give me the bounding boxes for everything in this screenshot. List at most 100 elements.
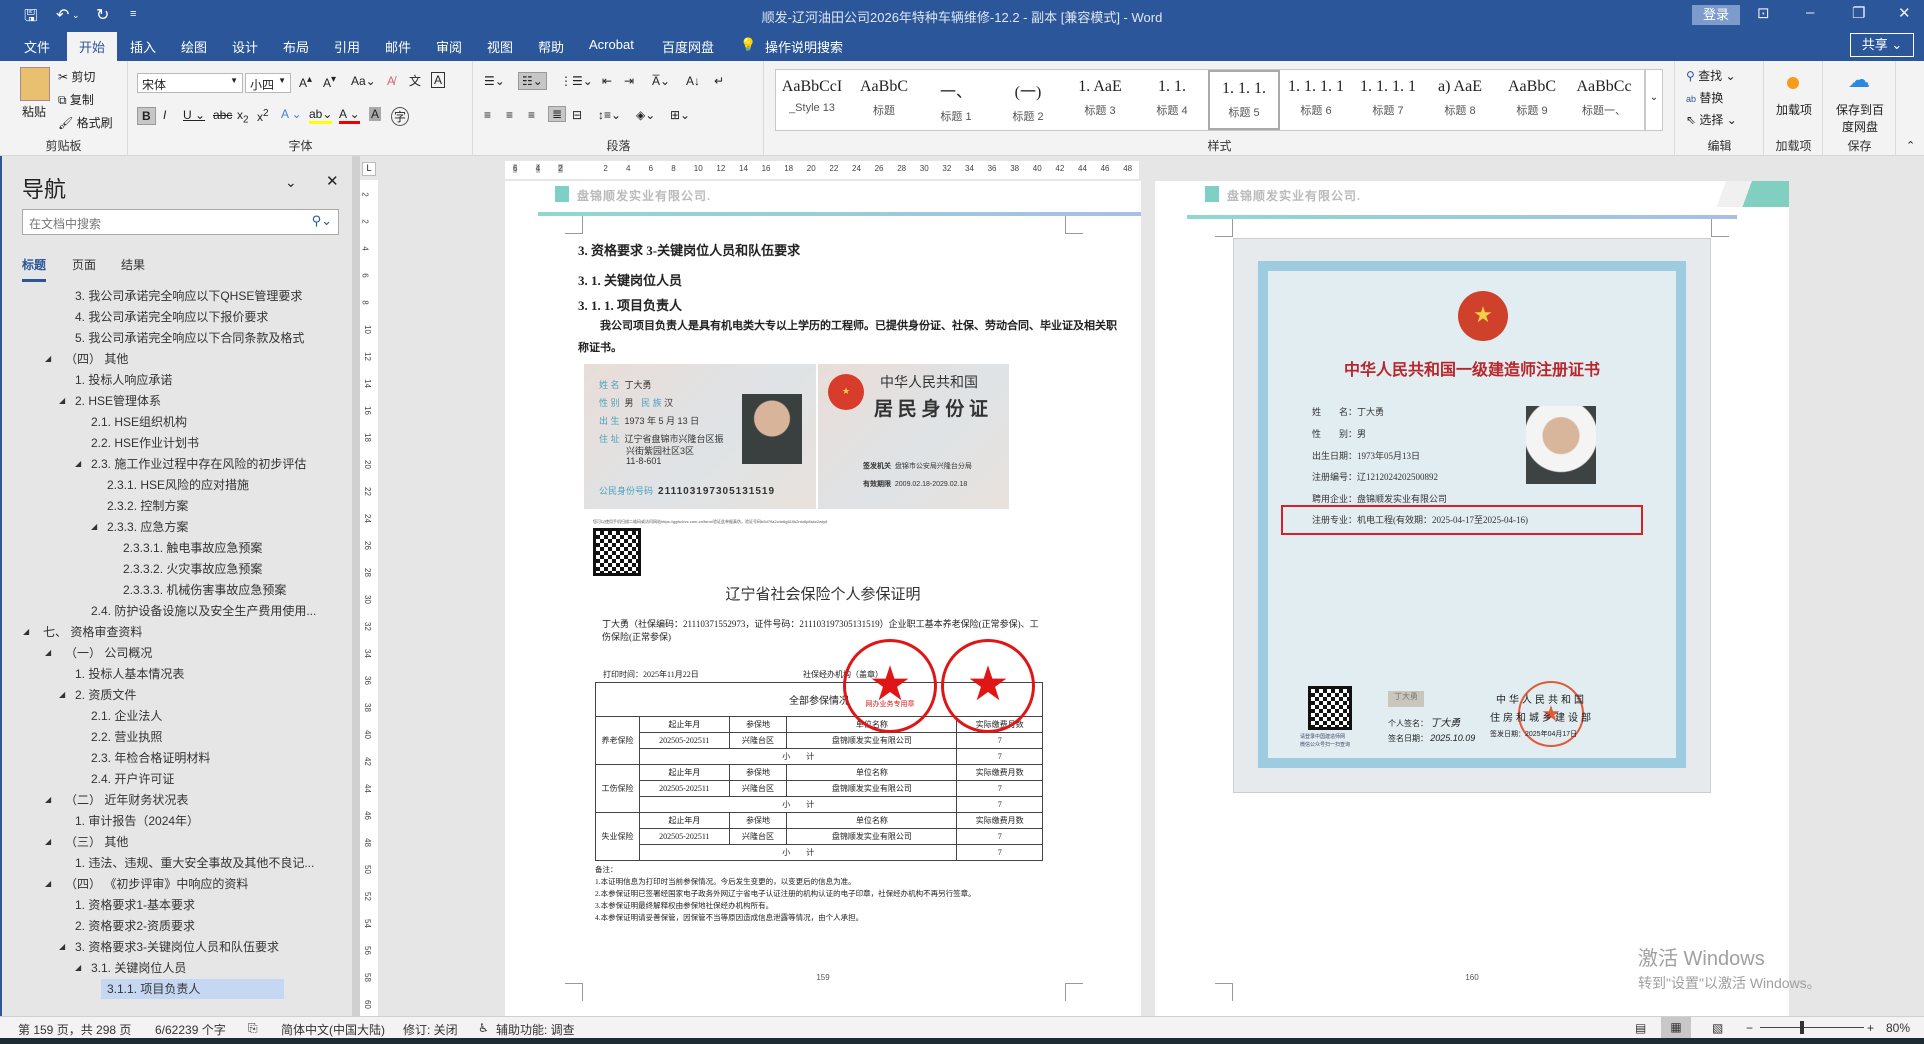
grow-font-icon[interactable]: A▴ <box>299 74 312 90</box>
tell-me-search[interactable]: 操作说明搜索 <box>765 37 843 56</box>
accessibility-status[interactable]: 辅助功能: 调查 <box>496 1021 575 1038</box>
nav-heading-item[interactable]: ◢ 3.1. 关键岗位人员 <box>2 958 332 979</box>
tab-selector[interactable]: L <box>362 162 376 176</box>
tab-mailings[interactable]: 邮件 <box>385 37 411 56</box>
nav-heading-item[interactable]: 5. 我公司承诺完全响应以下合同条款及格式 <box>2 328 332 349</box>
phonetic-guide-icon[interactable]: 文 <box>409 72 421 89</box>
read-mode-icon[interactable]: ▤ <box>1635 1021 1646 1035</box>
share-button[interactable]: 共享 ⌄ <box>1850 33 1914 57</box>
nav-heading-item[interactable]: 2.4. 防护设备设施以及安全生产费用使用... <box>2 601 332 622</box>
nav-heading-item[interactable]: 2.4. 开户许可证 <box>2 769 332 790</box>
zoom-slider[interactable] <box>1760 1027 1864 1028</box>
collapse-triangle-icon[interactable]: ◢ <box>45 832 51 852</box>
collapse-triangle-icon[interactable]: ◢ <box>45 349 51 369</box>
nav-heading-item[interactable]: ◢ 七、 资格审查资料 <box>2 622 332 643</box>
style-item[interactable]: AaBbCcI _Style 13 <box>776 70 848 130</box>
shading-icon[interactable]: ◈⌄ <box>636 108 655 122</box>
nav-heading-item[interactable]: 3. 我公司承诺完全响应以下QHSE管理要求 <box>2 286 332 307</box>
nav-heading-item[interactable]: ◢ 3. 资格要求3-关键岗位人员和队伍要求 <box>2 937 332 958</box>
zoom-out-button[interactable]: − <box>1746 1021 1753 1035</box>
language[interactable]: 简体中文(中国大陆) <box>281 1021 385 1038</box>
print-layout-icon[interactable]: ▦ <box>1661 1017 1691 1038</box>
paste-button[interactable]: 粘贴 <box>22 103 46 120</box>
nav-tab-pages[interactable]: 页面 <box>72 256 96 273</box>
collapse-triangle-icon[interactable]: ◢ <box>59 937 65 957</box>
find-button[interactable]: ⚲ 查找 ⌄ <box>1686 67 1736 84</box>
numbering-icon[interactable]: ☷⌄ <box>518 72 547 90</box>
shrink-font-icon[interactable]: A▾ <box>323 74 336 90</box>
document-page-160[interactable]: 盘锦顺发实业有限公司. ★ 中华人民共和国一级建造师注册证书 姓 名：丁大勇 性… <box>1155 181 1789 1016</box>
nav-heading-item[interactable]: 1. 违法、违规、重大安全事故及其他不良记... <box>2 853 332 874</box>
bold-button[interactable]: B <box>137 107 156 125</box>
character-shading-icon[interactable]: A <box>369 107 382 121</box>
style-item[interactable]: AaBbC 标题 9 <box>1496 70 1568 130</box>
nav-heading-item[interactable]: ◢ （四） 《初步评审》中响应的资料 <box>2 874 332 895</box>
search-icon[interactable]: ⚲⌄ <box>312 213 332 229</box>
style-item[interactable]: 一、 标题 1 <box>920 70 992 130</box>
tab-baidu-netdisk[interactable]: 百度网盘 <box>662 37 714 56</box>
nav-tab-headings[interactable]: 标题 <box>22 256 47 282</box>
collapse-triangle-icon[interactable]: ◢ <box>91 517 97 537</box>
multilevel-list-icon[interactable]: ⋮☰⌄ <box>560 74 593 88</box>
bullets-icon[interactable]: ☰⌄ <box>484 74 505 88</box>
zoom-in-button[interactable]: + <box>1867 1021 1874 1035</box>
tab-review[interactable]: 审阅 <box>436 37 462 56</box>
collapse-triangle-icon[interactable]: ◢ <box>45 643 51 663</box>
show-marks-icon[interactable]: ↵ <box>714 74 724 88</box>
nav-heading-item[interactable]: 2.3.3.3. 机械伤害事故应急预案 <box>2 580 332 601</box>
borders-icon[interactable]: ⊞⌄ <box>670 108 690 122</box>
style-item[interactable]: 1. 1. 1. 1 标题 7 <box>1352 70 1424 130</box>
font-size-combo[interactable]: 小四 ▼ <box>245 73 291 93</box>
nav-search-input[interactable]: 在文档中搜索 ⚲⌄ <box>22 209 339 235</box>
nav-heading-item[interactable]: 3.1.1. 项目负责人 <box>2 979 332 1000</box>
font-color-icon[interactable]: A ⌄ <box>339 107 360 124</box>
nav-heading-item[interactable]: 2.3.2. 控制方案 <box>2 496 332 517</box>
cut-button[interactable]: ✂ 剪切 <box>58 68 95 85</box>
distributed-icon[interactable]: ⊟ <box>572 108 582 122</box>
horizontal-ruler[interactable]: 6 4 2 2 4 6 8 10 12 14 16 18 20 22 24 26 28 30 32 34 36 38 40 4… <box>505 161 1139 179</box>
nav-heading-item[interactable]: ◢ 2.3. 施工作业过程中存在风险的初步评估 <box>2 454 332 475</box>
style-item[interactable]: 1. 1. 标题 4 <box>1136 70 1208 130</box>
nav-heading-item[interactable]: ◢ （四） 其他 <box>2 349 332 370</box>
align-right-icon[interactable]: ≡ <box>528 108 535 122</box>
page-count[interactable]: 第 159 页，共 298 页 <box>18 1021 131 1038</box>
style-item[interactable]: 1. 1. 1. 1 标题 6 <box>1280 70 1352 130</box>
nav-close-icon[interactable]: ✕ <box>326 172 339 190</box>
nav-heading-item[interactable]: ◢ 2. 资质文件 <box>2 685 332 706</box>
save-to-baidu-button[interactable]: 保存到百度网盘 <box>1832 101 1888 135</box>
nav-heading-item[interactable]: 4. 我公司承诺完全响应以下报价要求 <box>2 307 332 328</box>
change-case-icon[interactable]: Aa⌄ <box>351 74 376 88</box>
replace-button[interactable]: ab 替换 <box>1686 89 1723 106</box>
proofing-icon[interactable]: ⎘ <box>248 1021 258 1036</box>
format-painter-button[interactable]: 🖌 格式刷 <box>58 114 113 131</box>
nav-heading-item[interactable]: ◢ 2. HSE管理体系 <box>2 391 332 412</box>
nav-heading-item[interactable]: 1. 资格要求1-基本要求 <box>2 895 332 916</box>
tab-references[interactable]: 引用 <box>334 37 360 56</box>
nav-heading-item[interactable]: ◢ （一） 公司概况 <box>2 643 332 664</box>
nav-scrollbar[interactable] <box>352 156 360 1016</box>
style-item[interactable]: AaBbC 标题 <box>848 70 920 130</box>
accessibility-icon[interactable]: ♿ <box>478 1021 489 1035</box>
nav-heading-item[interactable]: 2.2. HSE作业计划书 <box>2 433 332 454</box>
nav-heading-item[interactable]: 2.1. HSE组织机构 <box>2 412 332 433</box>
style-item[interactable]: a) AaE 标题 8 <box>1424 70 1496 130</box>
collapse-triangle-icon[interactable]: ◢ <box>75 454 81 474</box>
decrease-indent-icon[interactable]: ⇤ <box>602 74 612 88</box>
justify-icon[interactable]: ≣ <box>548 106 567 122</box>
collapse-triangle-icon[interactable]: ◢ <box>23 622 29 642</box>
tab-help[interactable]: 帮助 <box>538 37 564 56</box>
nav-heading-item[interactable]: 2.3.3.2. 火灾事故应急预案 <box>2 559 332 580</box>
copy-button[interactable]: ⧉ 复制 <box>58 91 94 108</box>
collapse-triangle-icon[interactable]: ◢ <box>45 874 51 894</box>
addins-icon[interactable] <box>1787 77 1799 89</box>
tab-home[interactable]: 开始 <box>67 32 118 61</box>
ribbon-display-options-icon[interactable]: ⊡ <box>1757 4 1770 22</box>
collapse-triangle-icon[interactable]: ◢ <box>59 685 65 705</box>
nav-heading-item[interactable]: ◢ 2.3.3. 应急方案 <box>2 517 332 538</box>
nav-heading-item[interactable]: ◢ （三） 其他 <box>2 832 332 853</box>
enclose-characters-icon[interactable]: 字 <box>391 107 410 126</box>
nav-heading-item[interactable]: 1. 投标人基本情况表 <box>2 664 332 685</box>
style-item[interactable]: AaBbCc 标题一、 <box>1568 70 1640 130</box>
minimize-icon[interactable]: – <box>1806 4 1814 21</box>
nav-heading-item[interactable]: 2. 资格要求2-资质要求 <box>2 916 332 937</box>
